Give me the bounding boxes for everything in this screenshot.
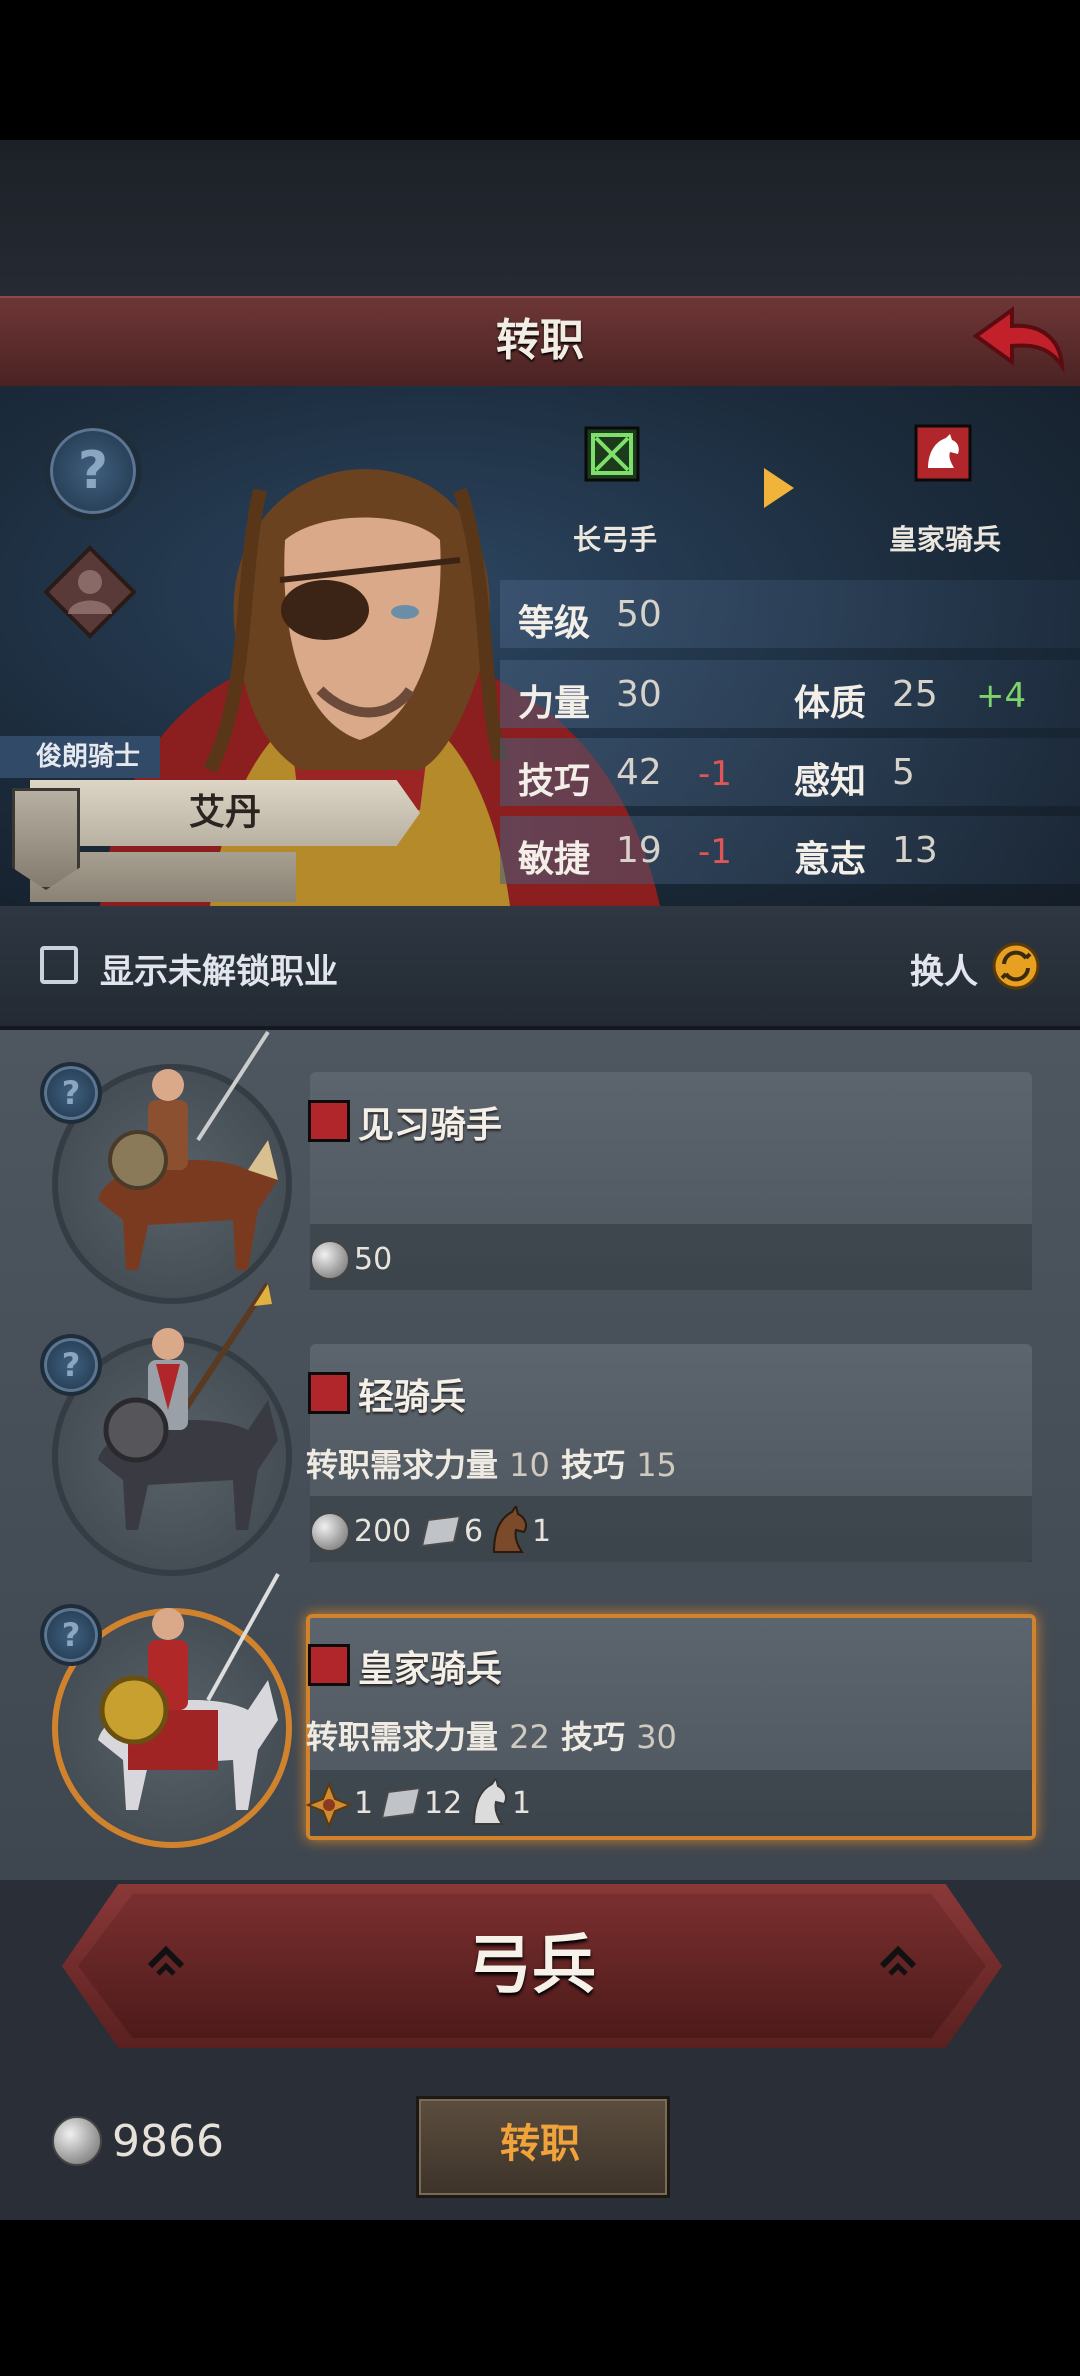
- help-icon[interactable]: ?: [40, 1604, 102, 1666]
- silver-balance: 9866: [112, 2116, 224, 2167]
- level-value: 50: [616, 594, 662, 635]
- silver-coin-icon: [310, 1240, 350, 1280]
- cost-ingot: 6: [464, 1514, 484, 1549]
- longbow-class-icon: [584, 426, 640, 482]
- bottom-area: [0, 2220, 1080, 2376]
- page-title: 转职: [496, 315, 584, 366]
- class-icon: [308, 1644, 350, 1686]
- will-value: 13: [892, 830, 938, 871]
- strength-value: 30: [616, 674, 662, 715]
- cost-horse: 1: [512, 1786, 532, 1821]
- perception-label: 感知: [794, 761, 867, 802]
- cost-silver: 50: [354, 1242, 393, 1277]
- cost-emblem: 1: [354, 1786, 374, 1821]
- hero-title-tag: 俊朗骑士: [0, 736, 160, 778]
- constitution-value: 25: [892, 674, 938, 715]
- horse-icon: [472, 1778, 507, 1825]
- class-requirements: 转职需求力量 22 技巧 30: [306, 1718, 677, 1756]
- royal-cavalry-class-icon: [914, 424, 972, 482]
- strength-label: 力量: [518, 683, 591, 724]
- status-bar-area: [0, 0, 1080, 140]
- swap-hero-label[interactable]: 换人: [910, 944, 978, 993]
- iron-ingot-icon: [420, 1514, 462, 1548]
- constitution-delta: +4: [976, 676, 1027, 716]
- swap-icon[interactable]: [992, 942, 1040, 990]
- agility-label: 敏捷: [518, 839, 591, 880]
- class-icon: [308, 1100, 350, 1142]
- show-locked-checkbox[interactable]: [40, 946, 78, 984]
- class-requirements: 转职需求力量 10 技巧 15: [306, 1446, 677, 1484]
- horse-icon: [492, 1506, 527, 1553]
- class-name: 皇家骑兵: [358, 1649, 503, 1690]
- iron-ingot-icon: [380, 1786, 422, 1820]
- agility-delta: -1: [698, 832, 732, 872]
- back-arrow-icon[interactable]: [968, 300, 1068, 380]
- arrow-right-icon: [764, 468, 794, 508]
- hero-name[interactable]: 艾丹: [60, 780, 390, 846]
- skill-value: 42: [616, 752, 662, 793]
- royal-cavalry-image: [98, 1573, 280, 1810]
- class-icon: [308, 1372, 350, 1414]
- light-cavalry-image: [98, 1282, 278, 1530]
- class-name: 见习骑手: [358, 1105, 503, 1146]
- perception-value: 5: [892, 752, 915, 793]
- apprentice-rider-image: [98, 1030, 278, 1270]
- skill-label: 技巧: [518, 761, 591, 802]
- current-class-label: 长弓手: [572, 523, 657, 556]
- skill-delta: -1: [698, 754, 732, 794]
- agility-value: 19: [616, 830, 662, 871]
- cost-silver: 200: [354, 1514, 412, 1549]
- silver-coin-icon: [52, 2116, 102, 2166]
- cost-ingot: 12: [424, 1786, 463, 1821]
- selected-class-label: 弓兵: [468, 1929, 596, 2003]
- silver-coin-icon: [310, 1512, 350, 1552]
- help-icon[interactable]: ?: [40, 1062, 102, 1124]
- show-locked-label[interactable]: 显示未解锁职业: [100, 944, 338, 993]
- class-name: 轻骑兵: [358, 1377, 467, 1418]
- level-label: 等级: [518, 603, 591, 644]
- constitution-label: 体质: [794, 683, 867, 724]
- will-label: 意志: [794, 839, 867, 880]
- emblem-icon: [306, 1782, 352, 1828]
- help-icon[interactable]: ?: [40, 1334, 102, 1396]
- target-class-label: 皇家骑兵: [888, 523, 1001, 556]
- cost-horse: 1: [532, 1514, 552, 1549]
- header-background: [0, 140, 1080, 300]
- class-change-button-label[interactable]: 转职: [416, 2096, 664, 2192]
